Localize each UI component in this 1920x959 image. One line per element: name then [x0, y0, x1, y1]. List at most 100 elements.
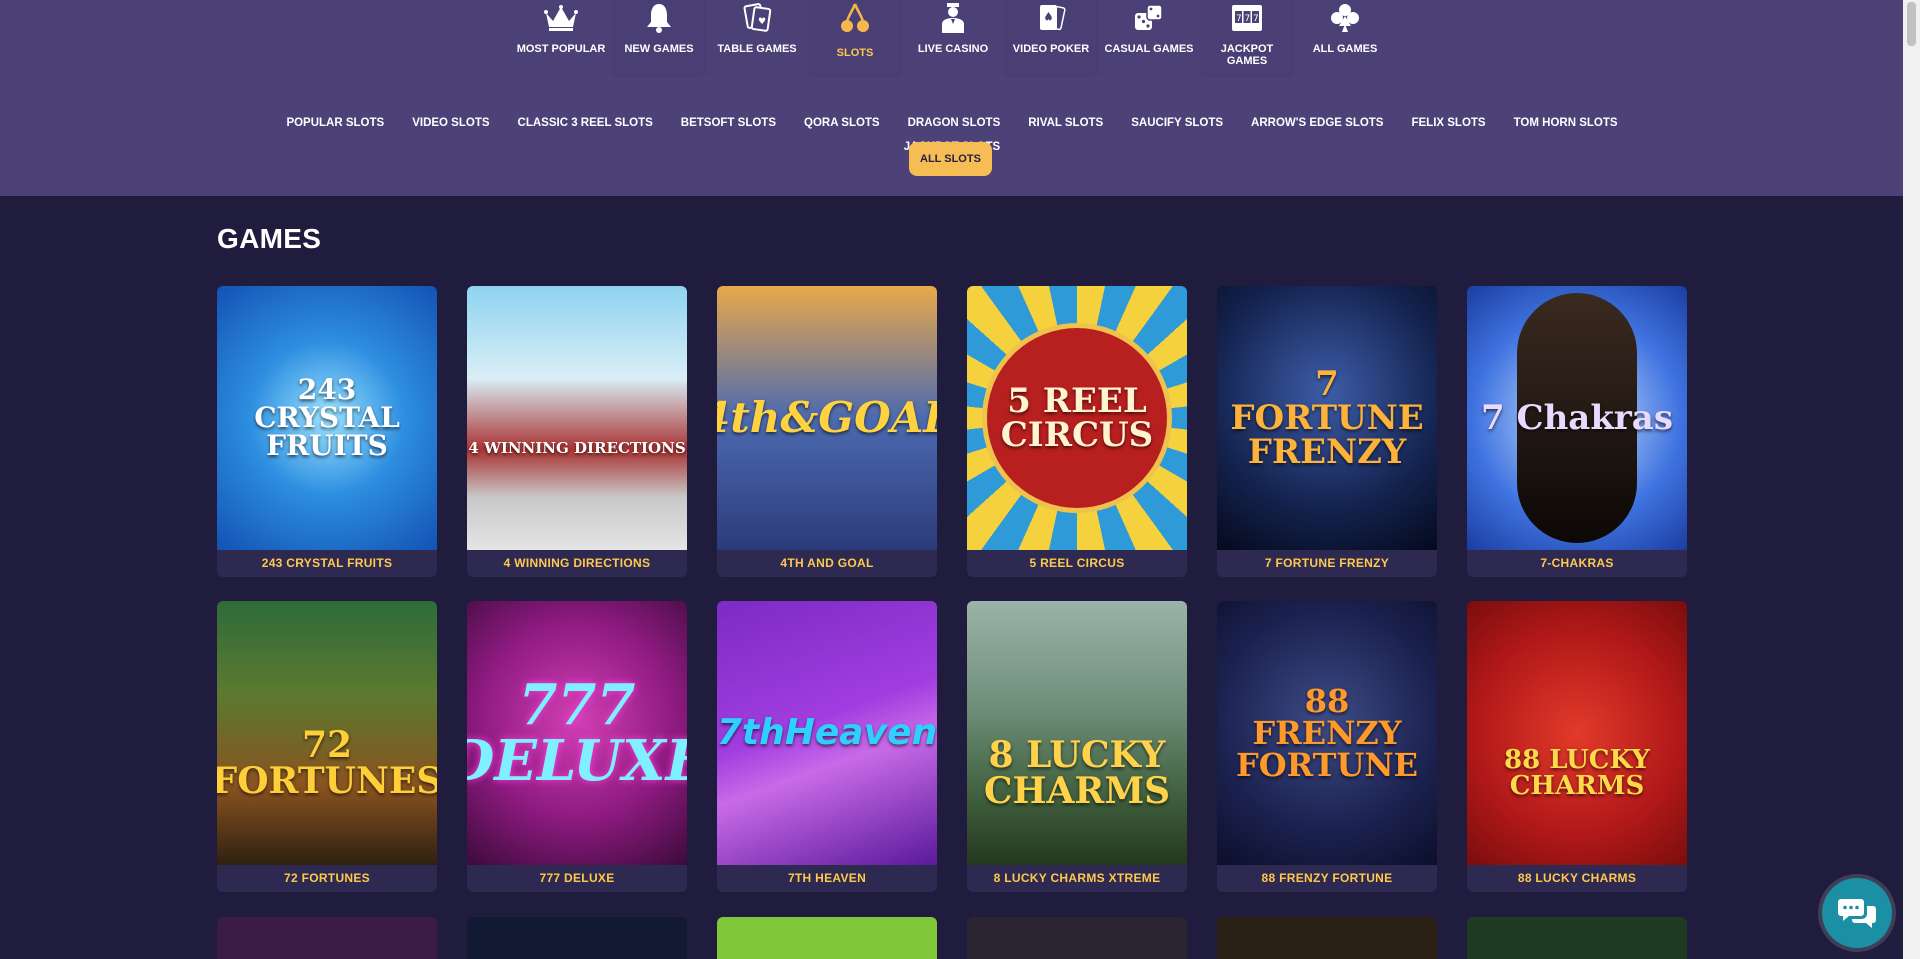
header-area: MOST POPULAR NEW GAMES ♥ TABLE GAMES SLO…: [0, 0, 1903, 196]
game-thumbnail[interactable]: 4 WINNING DIRECTIONS: [467, 286, 687, 550]
category-label: MOST POPULAR: [516, 43, 606, 55]
cherry-icon: [835, 0, 875, 36]
game-title[interactable]: 7 FORTUNE FRENZY: [1217, 550, 1437, 577]
game-thumbnail-art: 4th&GOAL: [717, 393, 937, 442]
category-table-games[interactable]: ♥ TABLE GAMES: [709, 0, 805, 78]
filter-qora-slots[interactable]: QORA SLOTS: [790, 111, 894, 135]
game-title[interactable]: 4 WINNING DIRECTIONS: [467, 550, 687, 577]
game-thumbnail[interactable]: 7thHeaven: [717, 601, 937, 865]
game-thumbnail[interactable]: 88 LUCKY CHARMS: [1467, 601, 1687, 865]
game-thumbnail-art: 4 WINNING DIRECTIONS: [468, 438, 686, 457]
game-thumbnail-art: 7 Chakras: [1481, 398, 1673, 438]
svg-text:7: 7: [1236, 14, 1242, 24]
game-card[interactable]: 72 FORTUNES 72 FORTUNES: [217, 601, 437, 892]
game-card[interactable]: 88 LUCKY CHARMS 88 LUCKY CHARMS: [1467, 601, 1687, 892]
game-thumbnail-art: 8 LUCKY CHARMS: [983, 734, 1171, 812]
game-thumbnail[interactable]: [467, 917, 687, 959]
category-video-poker[interactable]: VIDEO POKER: [1003, 0, 1099, 78]
filter-felix-slots[interactable]: FELIX SLOTS: [1397, 111, 1499, 135]
card-suits-icon: [1325, 0, 1365, 36]
svg-text:♥: ♥: [758, 17, 766, 27]
category-live-casino[interactable]: LIVE CASINO: [905, 0, 1001, 78]
cards-icon: ♥: [737, 0, 777, 36]
game-thumbnail[interactable]: [967, 917, 1187, 959]
filter-tom-horn-slots[interactable]: TOM HORN SLOTS: [1500, 111, 1632, 135]
game-thumbnail[interactable]: [1467, 917, 1687, 959]
games-grid-next-row: [217, 917, 1687, 959]
game-thumbnail[interactable]: [217, 917, 437, 959]
game-card[interactable]: 4 WINNING DIRECTIONS 4 WINNING DIRECTION…: [467, 286, 687, 577]
game-card[interactable]: 777 DELUXE 777 DELUXE: [467, 601, 687, 892]
filter-popular-slots[interactable]: POPULAR SLOTS: [272, 111, 398, 135]
game-thumbnail[interactable]: 5 REEL CIRCUS: [967, 286, 1187, 550]
filter-all-slots[interactable]: ALL SLOTS: [909, 142, 992, 176]
category-label: LIVE CASINO: [917, 43, 989, 55]
game-thumbnail[interactable]: 4th&GOAL: [717, 286, 937, 550]
game-title[interactable]: 88 FRENZY FORTUNE: [1217, 865, 1437, 892]
category-new-games[interactable]: NEW GAMES: [611, 0, 707, 78]
game-thumbnail[interactable]: 8 LUCKY CHARMS: [967, 601, 1187, 865]
dealer-icon: [933, 0, 973, 36]
game-thumbnail-art: 88 FRENZY FORTUNE: [1236, 682, 1418, 784]
filter-rival-slots[interactable]: RIVAL SLOTS: [1014, 111, 1117, 135]
game-title[interactable]: 4TH AND GOAL: [717, 550, 937, 577]
game-title[interactable]: 72 FORTUNES: [217, 865, 437, 892]
game-thumbnail[interactable]: 7 FORTUNE FRENZY: [1217, 286, 1437, 550]
category-label: TABLE GAMES: [717, 43, 797, 55]
filter-arrows-edge-slots[interactable]: ARROW'S EDGE SLOTS: [1237, 111, 1397, 135]
scrollbar-thumb[interactable]: [1907, 2, 1916, 46]
dice-icon: [1129, 0, 1169, 36]
game-title[interactable]: 5 REEL CIRCUS: [967, 550, 1187, 577]
game-thumbnail[interactable]: 88 FRENZY FORTUNE: [1217, 601, 1437, 865]
game-thumbnail[interactable]: 777 DELUXE: [467, 601, 687, 865]
game-card[interactable]: 88 FRENZY FORTUNE 88 FRENZY FORTUNE: [1217, 601, 1437, 892]
svg-text:7: 7: [1245, 14, 1251, 24]
game-title[interactable]: 8 LUCKY CHARMS XTREME: [967, 865, 1187, 892]
category-most-popular[interactable]: MOST POPULAR: [513, 0, 609, 78]
game-title[interactable]: 7-CHAKRAS: [1467, 550, 1687, 577]
live-chat-button[interactable]: [1822, 878, 1892, 948]
category-label: SLOTS: [836, 47, 874, 59]
category-casual-games[interactable]: CASUAL GAMES: [1101, 0, 1197, 78]
filter-video-slots[interactable]: VIDEO SLOTS: [398, 111, 503, 135]
games-grid: 243 CRYSTAL FRUITS 243 CRYSTAL FRUITS 4 …: [217, 286, 1687, 892]
category-label: VIDEO POKER: [1012, 43, 1090, 55]
game-thumbnail[interactable]: 243 CRYSTAL FRUITS: [217, 286, 437, 550]
game-title[interactable]: 243 CRYSTAL FRUITS: [217, 550, 437, 577]
game-title[interactable]: 7TH HEAVEN: [717, 865, 937, 892]
filter-classic-3-reel-slots[interactable]: CLASSIC 3 REEL SLOTS: [504, 111, 667, 135]
game-thumbnail-art: 777 DELUXE: [467, 672, 687, 794]
game-thumbnail-art: 88 LUCKY CHARMS: [1504, 745, 1650, 801]
page-scrollbar[interactable]: [1903, 0, 1920, 959]
category-slots[interactable]: SLOTS: [807, 0, 903, 78]
game-thumbnail-art: 7thHeaven: [717, 712, 937, 753]
category-label: ALL GAMES: [1312, 43, 1378, 55]
game-thumbnail[interactable]: [717, 917, 937, 959]
game-thumbnail-art: 7 FORTUNE FRENZY: [1230, 364, 1424, 472]
filter-saucify-slots[interactable]: SAUCIFY SLOTS: [1117, 111, 1237, 135]
crown-icon: [541, 0, 581, 36]
slot-machine-icon: 777: [1227, 0, 1267, 36]
game-card[interactable]: 8 LUCKY CHARMS 8 LUCKY CHARMS XTREME: [967, 601, 1187, 892]
game-title[interactable]: 88 LUCKY CHARMS: [1467, 865, 1687, 892]
game-thumbnail-art: 243 CRYSTAL FRUITS: [254, 373, 400, 462]
section-title: GAMES: [217, 223, 322, 254]
game-card[interactable]: 243 CRYSTAL FRUITS 243 CRYSTAL FRUITS: [217, 286, 437, 577]
game-card[interactable]: 7thHeaven 7TH HEAVEN: [717, 601, 937, 892]
game-thumbnail[interactable]: 72 FORTUNES: [217, 601, 437, 865]
game-thumbnail[interactable]: [1217, 917, 1437, 959]
svg-text:7: 7: [1253, 14, 1259, 24]
game-card[interactable]: 4th&GOAL 4TH AND GOAL: [717, 286, 937, 577]
filter-betsoft-slots[interactable]: BETSOFT SLOTS: [667, 111, 790, 135]
game-thumbnail[interactable]: 7 Chakras: [1467, 286, 1687, 550]
filter-dragon-slots[interactable]: DRAGON SLOTS: [894, 111, 1015, 135]
game-card[interactable]: 7 FORTUNE FRENZY 7 FORTUNE FRENZY: [1217, 286, 1437, 577]
game-thumbnail-art: 5 REEL CIRCUS: [1000, 381, 1154, 455]
game-title[interactable]: 777 DELUXE: [467, 865, 687, 892]
category-jackpot-games[interactable]: 777 JACKPOT GAMES: [1199, 0, 1295, 78]
category-all-games[interactable]: ALL GAMES: [1297, 0, 1393, 78]
game-card[interactable]: 7 Chakras 7-CHAKRAS: [1467, 286, 1687, 577]
category-label: CASUAL GAMES: [1104, 43, 1194, 55]
playing-card-icon: [1031, 0, 1071, 36]
game-card[interactable]: 5 REEL CIRCUS 5 REEL CIRCUS: [967, 286, 1187, 577]
